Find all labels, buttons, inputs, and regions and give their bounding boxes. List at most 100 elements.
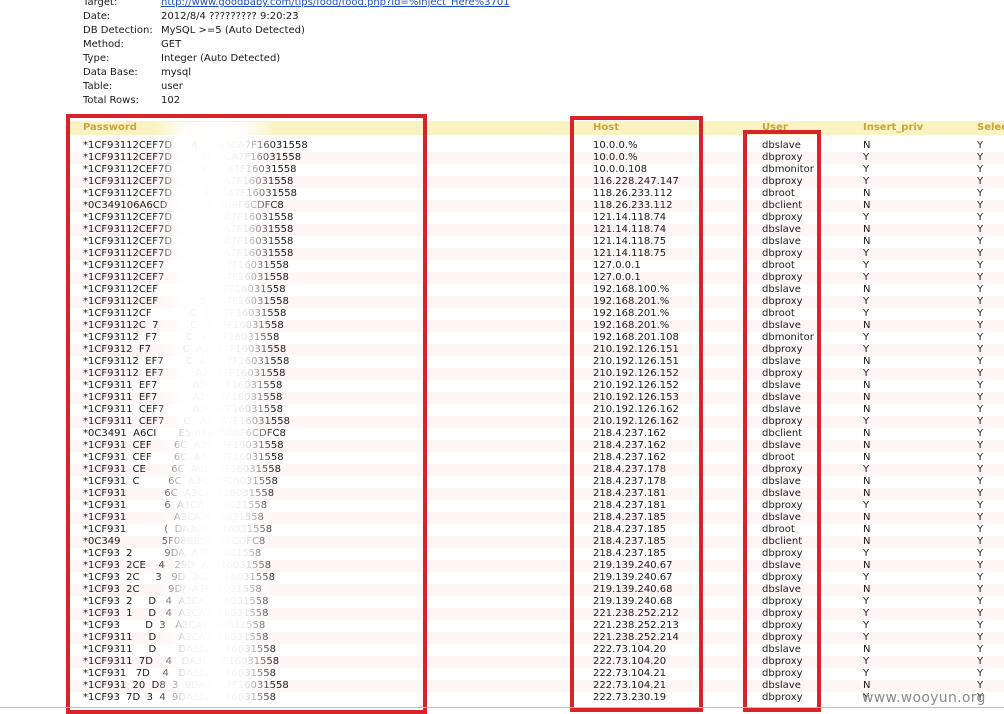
insert-priv-cell: Y <box>863 416 870 427</box>
insert-priv-cell: Y <box>863 248 870 259</box>
insert-priv-cell: N <box>863 392 871 403</box>
insert-priv-cell: N <box>863 224 871 235</box>
type-value: Integer (Auto Detected) <box>161 53 281 64</box>
insert-priv-cell: Y <box>863 332 870 343</box>
select-priv-cell: Y <box>977 164 984 175</box>
select-priv-cell: Y <box>977 596 984 607</box>
select-priv-cell: Y <box>977 560 984 571</box>
user-column-highlight <box>743 130 821 712</box>
insert-priv-cell: N <box>863 560 871 571</box>
table-label: Table: <box>83 81 113 92</box>
select-priv-cell: Y <box>977 200 984 211</box>
select-priv-cell: Y <box>977 392 984 403</box>
insert-priv-cell: Y <box>863 464 870 475</box>
insert-priv-cell: N <box>863 320 871 331</box>
bottom-divider <box>0 707 1004 708</box>
insert-priv-cell: Y <box>863 500 870 511</box>
select-priv-cell: Y <box>977 440 984 451</box>
insert-priv-cell: Y <box>863 152 870 163</box>
info-db-detection-row: DB Detection: MySQL >=5 (Auto Detected) <box>83 24 510 38</box>
insert-priv-cell: Y <box>863 620 870 631</box>
info-method-row: Method: GET <box>83 38 510 52</box>
insert-priv-cell: N <box>863 476 871 487</box>
select-priv-cell: Y <box>977 644 984 655</box>
select-priv-cell: Y <box>977 356 984 367</box>
password-column-highlight <box>66 114 427 714</box>
column-header-insert-priv[interactable]: Insert_priv <box>863 121 923 135</box>
info-date-row: Date: 2012/8/4 ????????? 9:20:23 <box>83 10 510 24</box>
insert-priv-cell: Y <box>863 548 870 559</box>
insert-priv-cell: Y <box>863 176 870 187</box>
insert-priv-cell: N <box>863 488 871 499</box>
method-value: GET <box>161 39 182 50</box>
insert-priv-cell: N <box>863 452 871 463</box>
info-target-row: Target: http://www.goodbaby.com/tips/food… <box>83 0 510 10</box>
target-label: Target: <box>83 0 118 8</box>
select-priv-cell: Y <box>977 428 984 439</box>
insert-priv-cell: Y <box>863 212 870 223</box>
total-rows-value: 102 <box>161 95 181 106</box>
select-priv-cell: Y <box>977 608 984 619</box>
insert-priv-cell: Y <box>863 656 870 667</box>
select-priv-cell: Y <box>977 476 984 487</box>
date-label: Date: <box>83 11 111 22</box>
insert-priv-cell: Y <box>863 608 870 619</box>
select-priv-cell: Y <box>977 140 984 151</box>
select-priv-cell: Y <box>977 284 984 295</box>
insert-priv-cell: N <box>863 284 871 295</box>
select-priv-cell: Y <box>977 380 984 391</box>
insert-priv-cell: Y <box>863 296 870 307</box>
total-rows-label: Total Rows: <box>83 95 139 106</box>
target-url-link[interactable]: http://www.goodbaby.com/tips/food/food.p… <box>161 0 510 8</box>
injection-info-panel: Target: http://www.goodbaby.com/tips/food… <box>83 0 510 108</box>
insert-priv-cell: N <box>863 356 871 367</box>
insert-priv-cell: N <box>863 584 871 595</box>
select-priv-cell: Y <box>977 632 984 643</box>
insert-priv-cell: N <box>863 428 871 439</box>
insert-priv-cell: Y <box>863 308 870 319</box>
select-priv-cell: Y <box>977 512 984 523</box>
select-priv-cell: Y <box>977 488 984 499</box>
select-priv-cell: Y <box>977 404 984 415</box>
site-watermark: www.wooyun.org <box>862 690 986 706</box>
select-priv-cell: Y <box>977 236 984 247</box>
info-total-rows-row: Total Rows: 102 <box>83 94 510 108</box>
column-header-select-priv[interactable]: Selec <box>977 121 1004 135</box>
select-priv-cell: Y <box>977 152 984 163</box>
insert-priv-cell: Y <box>863 572 870 583</box>
db-detection-label: DB Detection: <box>83 25 153 36</box>
insert-priv-cell: Y <box>863 164 870 175</box>
info-database-row: Data Base: mysql <box>83 66 510 80</box>
select-priv-cell: Y <box>977 308 984 319</box>
select-priv-cell: Y <box>977 320 984 331</box>
insert-priv-cell: N <box>863 380 871 391</box>
insert-priv-cell: N <box>863 524 871 535</box>
select-priv-cell: Y <box>977 500 984 511</box>
select-priv-cell: Y <box>977 212 984 223</box>
select-priv-cell: Y <box>977 620 984 631</box>
insert-priv-cell: N <box>863 512 871 523</box>
select-priv-cell: Y <box>977 296 984 307</box>
method-label: Method: <box>83 39 124 50</box>
select-priv-cell: Y <box>977 368 984 379</box>
select-priv-cell: Y <box>977 464 984 475</box>
select-priv-cell: Y <box>977 176 984 187</box>
insert-priv-cell: Y <box>863 596 870 607</box>
select-priv-cell: Y <box>977 548 984 559</box>
select-priv-cell: Y <box>977 188 984 199</box>
db-detection-value: MySQL >=5 (Auto Detected) <box>161 25 305 36</box>
insert-priv-cell: N <box>863 236 871 247</box>
select-priv-cell: Y <box>977 572 984 583</box>
database-value: mysql <box>161 67 191 78</box>
type-label: Type: <box>83 53 110 64</box>
insert-priv-cell: Y <box>863 368 870 379</box>
select-priv-cell: Y <box>977 668 984 679</box>
insert-priv-cell: N <box>863 140 871 151</box>
insert-priv-cell: N <box>863 188 871 199</box>
insert-priv-cell: N <box>863 404 871 415</box>
info-table-row: Table: user <box>83 80 510 94</box>
table-value: user <box>161 81 183 92</box>
insert-priv-cell: N <box>863 536 871 547</box>
select-priv-cell: Y <box>977 272 984 283</box>
info-type-row: Type: Integer (Auto Detected) <box>83 52 510 66</box>
